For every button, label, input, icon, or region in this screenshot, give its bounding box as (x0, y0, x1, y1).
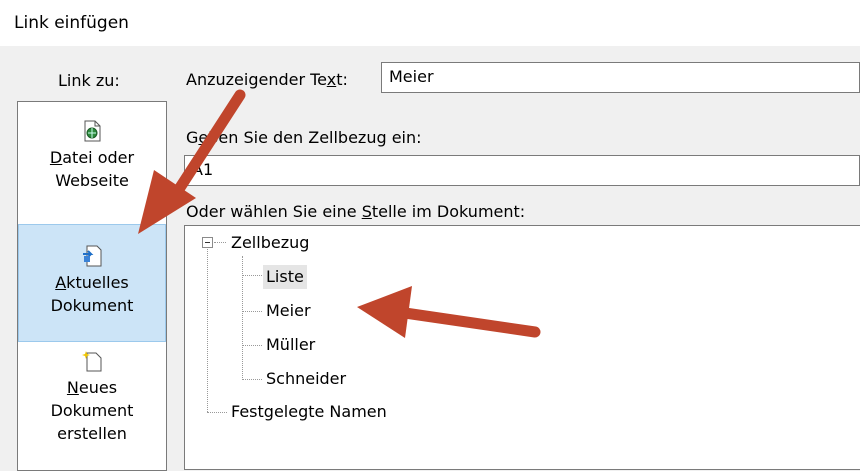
annotation-arrows (138, 89, 541, 338)
annotation-arrow-meier (357, 286, 541, 338)
annotation-arrow-sidebar (138, 89, 246, 234)
